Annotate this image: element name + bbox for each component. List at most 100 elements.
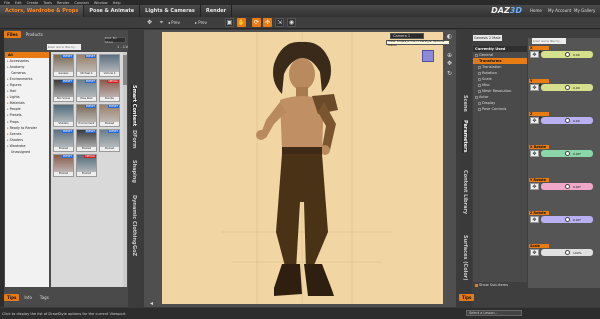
content-thumbnail[interactable]: PRESET Preload [53,129,74,152]
translate-tool-icon[interactable]: ✣ [263,18,272,27]
active-pose-icon[interactable]: ✋ [237,18,246,27]
tab-tips-right[interactable]: Tips [459,294,475,301]
parameter-value[interactable]: 0.00° [573,218,581,222]
parameter-filter-input[interactable] [532,38,566,44]
orbit-icon[interactable]: ↻ [446,70,453,77]
tab-tips[interactable]: Tips [4,294,20,301]
next-button[interactable]: ▸ Prev [195,20,207,25]
lesson-dropdown[interactable]: Select a Lesson... [466,310,522,316]
viewport-left-arrow-icon[interactable]: ◂ [148,300,155,307]
tab-pose-animate[interactable]: Pose & Animate [84,5,141,17]
parameter-slider[interactable]: Y Translate✥ 0.00 [529,79,595,95]
content-thumbnail[interactable]: PRESET Preload [99,104,120,127]
menu-create[interactable]: Create [27,1,39,5]
parameter-gizmo-icon: ✥ [530,51,539,58]
tab-smart-content[interactable]: Smart Content [131,85,137,127]
rotate-tool-icon[interactable]: ⟳ [252,18,261,27]
thumbnail-label: Preload [77,147,96,151]
tab-goz[interactable]: GoZ [131,245,137,256]
drawstyle-icon[interactable]: ◐ [446,33,453,40]
content-thumbnail[interactable]: SPECIAL Bundle [99,79,120,102]
content-thumbnail[interactable]: Shaders [53,104,74,127]
slider-knob[interactable] [565,52,570,57]
content-thumbnail[interactable]: PRESET Genesis [53,54,74,77]
daz-store-button[interactable]: DAZ 3D Store [104,36,126,44]
tab-info[interactable]: Info [21,294,35,301]
tree-item[interactable]: Pose Controls [473,106,527,112]
tab-tags[interactable]: Tags [37,294,52,301]
tab-parameters[interactable]: Parameters [462,120,468,153]
scale-tool-icon[interactable]: ⇲ [275,18,284,27]
home-link[interactable]: Home [530,8,542,13]
tab-content-library[interactable]: Content Library [462,170,468,214]
render-icon[interactable]: ◉ [287,18,296,27]
category-unassigned[interactable]: Unassigned [5,149,49,155]
slider-knob[interactable] [565,217,570,222]
pan-icon[interactable]: ✥ [446,60,453,67]
show-subitems-toggle[interactable]: Show Sub-Items [475,283,508,287]
parameter-slider[interactable]: Z Translate✥ 0.00 [529,112,595,128]
menu-window[interactable]: Window [94,1,108,5]
content-thumbnail[interactable]: PRESET Environment [76,104,97,127]
menu-connect[interactable]: Connect [74,1,88,5]
content-thumbnail[interactable]: PRESET Preload [53,154,74,177]
node-selection-icon[interactable]: ⌖ [157,18,166,27]
content-thumbnail[interactable]: PRESET Michael 4 [76,54,97,77]
content-scrollbar-thumb[interactable] [123,55,127,85]
parameter-label: Y Translate [529,79,549,87]
scene-tool-icon[interactable]: ▣ [225,18,234,27]
view-cube-icon[interactable] [422,50,434,62]
content-thumbnail[interactable]: PRESET Box Scene [53,79,74,102]
parameter-value[interactable]: 0.00° [573,152,581,156]
thumbnail-badge: PRESET [107,130,119,133]
parameter-slider[interactable]: Y Rotate ✥ 0.00° [529,178,595,194]
content-thumbnail[interactable]: Victoria 4 [99,54,120,77]
3d-viewport[interactable] [162,32,443,304]
my-gallery-link[interactable]: My Gallery [574,8,595,13]
tab-lights-cameras[interactable]: Lights & Cameras [140,5,201,17]
tab-products[interactable]: Products [23,31,46,38]
slider-knob[interactable] [565,85,570,90]
content-thumbnail[interactable]: PRESET Preload [76,129,97,152]
slider-knob[interactable] [565,151,570,156]
parameter-value[interactable]: 0.00° [573,185,581,189]
tab-dform[interactable]: DForm [131,130,137,148]
parameter-slider[interactable]: X Rotate ✥ 0.00° [529,145,595,161]
menu-help[interactable]: Help [113,1,121,5]
slider-knob[interactable] [565,118,570,123]
parameter-label: Z Rotate [529,211,549,215]
parameter-value[interactable]: 0.00 [573,119,580,123]
content-thumbnail[interactable]: PRESET Pose Pack [76,79,97,102]
menu-render[interactable]: Render [57,1,69,5]
menu-tools[interactable]: Tools [43,1,52,5]
content-thumbnail[interactable]: PRESET Preload [99,129,120,152]
tab-dynamic-clothing[interactable]: Dynamic Clothing [131,195,137,245]
menu-file[interactable]: File [4,1,10,5]
tab-actors-wardrobe-props[interactable]: Actors, Wardrobe & Props [0,5,85,17]
menu-edit[interactable]: Edit [15,1,22,5]
slider-knob[interactable] [565,250,570,255]
my-account-link[interactable]: My Account [548,8,571,13]
parameter-value[interactable]: 100% [573,251,582,255]
universal-tool-icon[interactable]: ✥ [145,18,154,27]
tab-surfaces[interactable]: Surfaces (Color) [462,235,468,281]
selected-figure-dropdown[interactable]: Genesis 2 Male [473,35,502,41]
content-filter-input[interactable] [47,44,81,50]
thumbnail-badge: PRESET [61,130,73,133]
thumbnail-label: Preload [77,172,96,176]
prev-button[interactable]: ◂ Prev [168,20,180,25]
content-thumbnail[interactable]: SPECIAL Preload [76,154,97,177]
parameter-slider[interactable]: X Translate✥ 0.00 [529,46,595,62]
parameter-slider[interactable]: Scale ✥ 100% [529,244,595,260]
tab-render[interactable]: Render [201,5,233,17]
thumbnail-label: Michael 4 [77,72,96,76]
parameter-value[interactable]: 0.00 [573,53,580,57]
tab-files[interactable]: Files [4,31,21,38]
parameter-slider[interactable]: Z Rotate ✥ 0.00° [529,211,595,227]
content-scrollbar[interactable] [123,52,127,287]
zoom-icon[interactable]: ⊕ [446,52,453,59]
tab-scene[interactable]: Scene [462,95,468,112]
parameter-value[interactable]: 0.00 [573,86,580,90]
slider-knob[interactable] [565,184,570,189]
tab-shaping[interactable]: Shaping [131,160,137,183]
